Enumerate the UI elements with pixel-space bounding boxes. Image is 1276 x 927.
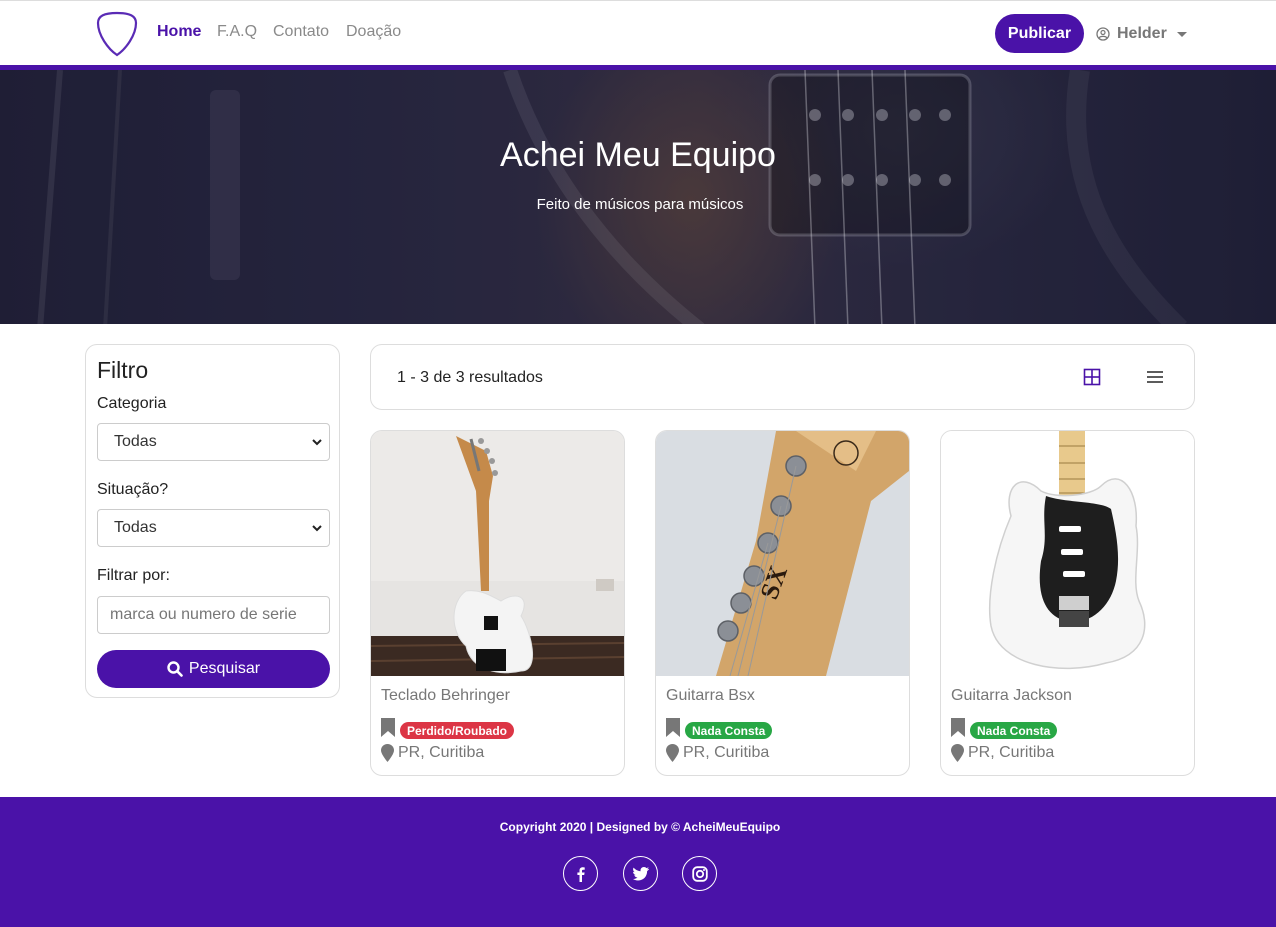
navbar: Home F.A.Q Contato Doação Publicar Helde… — [0, 0, 1276, 65]
instagram-link[interactable] — [682, 856, 717, 891]
twitter-link[interactable] — [623, 856, 658, 891]
filter-panel: Filtro Categoria Todas Situação? Todas F… — [85, 344, 340, 698]
situation-select[interactable]: Todas — [97, 509, 330, 547]
facebook-link[interactable] — [563, 856, 598, 891]
hero-title: Achei Meu Equipo — [500, 136, 776, 174]
situation-label: Situação? — [97, 481, 169, 498]
results-bar: 1 - 3 de 3 resultados — [370, 344, 1195, 410]
grid-view-icon[interactable] — [1082, 367, 1102, 387]
product-title: Guitarra Bsx — [666, 687, 755, 704]
search-input[interactable]: marca ou numero de serie — [97, 596, 330, 634]
hero-banner: Achei Meu Equipo Feito de músicos para m… — [0, 65, 1276, 324]
twitter-icon — [632, 866, 649, 880]
list-view-icon[interactable] — [1145, 367, 1165, 387]
status-badge: Nada Consta — [685, 722, 773, 739]
category-select[interactable]: Todas — [97, 423, 330, 461]
user-name: Helder — [1117, 25, 1167, 42]
instagram-icon — [691, 865, 708, 882]
nav-link-contato[interactable]: Contato — [273, 23, 329, 41]
guitar-pick-logo[interactable] — [96, 11, 138, 57]
hero-subtitle: Feito de músicos para músicos — [536, 196, 744, 213]
results-summary: 1 - 3 de 3 resultados — [397, 369, 543, 386]
product-card[interactable]: Guitarra Jackson Nada Consta PR, Curitib… — [940, 430, 1195, 776]
map-pin-icon — [951, 744, 964, 762]
category-select-value: Todas — [114, 433, 157, 450]
chevron-down-icon — [312, 525, 322, 532]
chevron-down-icon — [1176, 31, 1187, 37]
user-menu[interactable]: Helder — [1096, 24, 1187, 44]
product-title: Guitarra Jackson — [951, 687, 1072, 704]
category-label: Categoria — [97, 395, 167, 412]
map-pin-icon — [666, 744, 679, 762]
filter-by-label: Filtrar por: — [97, 567, 170, 584]
product-title: Teclado Behringer — [381, 687, 510, 704]
search-button[interactable]: Pesquisar — [97, 650, 330, 688]
nav-link-doacao[interactable]: Doação — [346, 23, 401, 41]
user-circle-icon — [1096, 27, 1110, 41]
facebook-icon — [576, 866, 585, 882]
bookmark-icon — [381, 718, 395, 737]
product-location: PR, Curitiba — [683, 744, 770, 761]
nav-link-faq[interactable]: F.A.Q — [217, 23, 257, 41]
product-image: SX — [656, 431, 909, 676]
search-input-placeholder: marca ou numero de serie — [110, 606, 297, 623]
product-location: PR, Curitiba — [968, 744, 1055, 761]
situation-select-value: Todas — [114, 519, 157, 536]
bookmark-icon — [951, 718, 965, 737]
status-badge: Nada Consta — [970, 722, 1058, 739]
product-card[interactable]: SX Guitarra Bsx Nada Consta PR, Curitiba — [655, 430, 910, 776]
product-location: PR, Curitiba — [398, 744, 485, 761]
product-card[interactable]: Teclado Behringer Perdido/Roubado PR, Cu… — [370, 430, 625, 776]
footer: Copyright 2020 | Designed by © AcheiMeuE… — [0, 797, 1276, 927]
filter-title: Filtro — [97, 357, 149, 383]
status-badge: Perdido/Roubado — [400, 722, 514, 739]
map-pin-icon — [381, 744, 394, 762]
product-image — [371, 431, 624, 676]
product-image — [941, 431, 1194, 676]
search-button-label: Pesquisar — [188, 660, 261, 677]
nav-link-home[interactable]: Home — [157, 23, 201, 41]
publish-button[interactable]: Publicar — [995, 14, 1084, 53]
search-icon — [167, 661, 183, 677]
bookmark-icon — [666, 718, 680, 737]
chevron-down-icon — [312, 439, 322, 446]
copyright-text: Copyright 2020 | Designed by © AcheiMeuE… — [499, 820, 781, 834]
